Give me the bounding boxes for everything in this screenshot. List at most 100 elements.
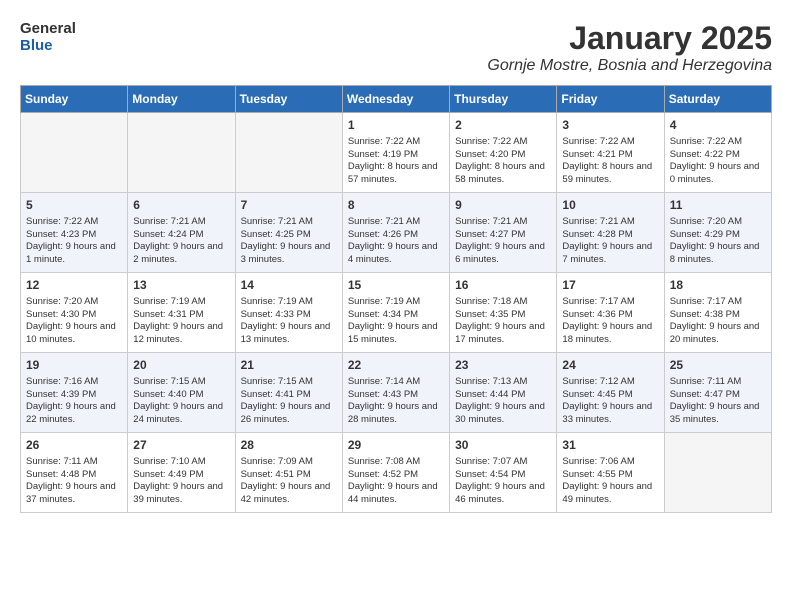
calendar-cell: 16Sunrise: 7:18 AMSunset: 4:35 PMDayligh… [450,273,557,353]
calendar-cell: 10 Sunrise: 7:21 AMSunset: 4:28 PMDayligh… [557,193,664,273]
calendar-header-row: SundayMondayTuesdayWednesdayThursdayFrid… [21,86,772,113]
calendar-cell: 7 Sunrise: 7:21 AMSunset: 4:25 PMDaylight… [235,193,342,273]
col-header-tuesday: Tuesday [235,86,342,113]
day-number: 3 [562,117,658,134]
day-number: 12 [26,277,122,294]
calendar-cell: 2 Sunrise: 7:22 AMSunset: 4:20 PMDaylight… [450,113,557,193]
day-number: 15 [348,277,444,294]
day-number: 2 [455,117,551,134]
week-row-2: 5 Sunrise: 7:22 AMSunset: 4:23 PMDaylight… [21,193,772,273]
col-header-saturday: Saturday [664,86,771,113]
day-number: 5 [26,197,122,214]
day-number: 24 [562,357,658,374]
day-info: Sunrise: 7:22 AMSunset: 4:19 PMDaylight:… [348,136,444,187]
day-number: 9 [455,197,551,214]
calendar-cell: 11 Sunrise: 7:20 AMSunset: 4:29 PMDayligh… [664,193,771,273]
day-number: 27 [133,437,229,454]
calendar-cell [664,433,771,513]
day-info: Sunrise: 7:19 AMSunset: 4:33 PMDaylight:… [241,296,337,347]
calendar-cell: 14 Sunrise: 7:19 AMSunset: 4:33 PMDayligh… [235,273,342,353]
day-number: 11 [670,197,766,214]
day-number: 7 [241,197,337,214]
day-info: Sunrise: 7:21 AMSunset: 4:28 PMDaylight:… [562,216,658,267]
calendar-cell: 3 Sunrise: 7:22 AMSunset: 4:21 PMDaylight… [557,113,664,193]
col-header-wednesday: Wednesday [342,86,449,113]
calendar-cell: 8 Sunrise: 7:21 AMSunset: 4:26 PMDaylight… [342,193,449,273]
day-info: Sunrise: 7:20 AMSunset: 4:29 PMDaylight:… [670,216,766,267]
calendar-cell: 12Sunrise: 7:20 AMSunset: 4:30 PMDayligh… [21,273,128,353]
day-info: Sunrise: 7:19 AMSunset: 4:34 PMDaylight:… [348,296,444,347]
day-number: 6 [133,197,229,214]
logo: GeneralBlue [20,20,76,55]
day-info: Sunrise: 7:21 AMSunset: 4:26 PMDaylight:… [348,216,444,267]
calendar-cell: 28 Sunrise: 7:09 AMSunset: 4:51 PMDayligh… [235,433,342,513]
calendar-cell: 4 Sunrise: 7:22 AMSunset: 4:22 PMDaylight… [664,113,771,193]
day-number: 23 [455,357,551,374]
day-info: Sunrise: 7:13 AMSunset: 4:44 PMDaylight:… [455,376,551,427]
day-number: 29 [348,437,444,454]
location-subtitle: Gornje Mostre, Bosnia and Herzegovina [487,57,772,75]
day-number: 16 [455,277,551,294]
col-header-friday: Friday [557,86,664,113]
day-info: Sunrise: 7:22 AMSunset: 4:20 PMDaylight:… [455,136,551,187]
calendar-cell [235,113,342,193]
col-header-thursday: Thursday [450,86,557,113]
day-info: Sunrise: 7:22 AMSunset: 4:23 PMDaylight:… [26,216,122,267]
day-info: Sunrise: 7:15 AMSunset: 4:41 PMDaylight:… [241,376,337,427]
calendar-cell: 23 Sunrise: 7:13 AMSunset: 4:44 PMDayligh… [450,353,557,433]
day-number: 4 [670,117,766,134]
calendar-cell: 15 Sunrise: 7:19 AMSunset: 4:34 PMDayligh… [342,273,449,353]
calendar-cell: 13Sunrise: 7:19 AMSunset: 4:31 PMDayligh… [128,273,235,353]
day-number: 28 [241,437,337,454]
calendar-cell [128,113,235,193]
calendar-cell: 22 Sunrise: 7:14 AMSunset: 4:43 PMDayligh… [342,353,449,433]
day-info: Sunrise: 7:22 AMSunset: 4:22 PMDaylight:… [670,136,766,187]
calendar-cell: 30 Sunrise: 7:07 AMSunset: 4:54 PMDayligh… [450,433,557,513]
day-info: Sunrise: 7:14 AMSunset: 4:43 PMDaylight:… [348,376,444,427]
day-info: Sunrise: 7:07 AMSunset: 4:54 PMDaylight:… [455,456,551,507]
day-number: 22 [348,357,444,374]
day-number: 18 [670,277,766,294]
week-row-3: 12Sunrise: 7:20 AMSunset: 4:30 PMDayligh… [21,273,772,353]
calendar-cell: 31Sunrise: 7:06 AMSunset: 4:55 PMDayligh… [557,433,664,513]
day-number: 25 [670,357,766,374]
day-info: Sunrise: 7:11 AMSunset: 4:47 PMDaylight:… [670,376,766,427]
day-number: 8 [348,197,444,214]
header: GeneralBlue January 2025 Gornje Mostre, … [20,20,772,75]
col-header-monday: Monday [128,86,235,113]
day-number: 31 [562,437,658,454]
calendar-cell: 17Sunrise: 7:17 AMSunset: 4:36 PMDayligh… [557,273,664,353]
day-number: 17 [562,277,658,294]
week-row-4: 19 Sunrise: 7:16 AMSunset: 4:39 PMDayligh… [21,353,772,433]
day-info: Sunrise: 7:09 AMSunset: 4:51 PMDaylight:… [241,456,337,507]
day-info: Sunrise: 7:22 AMSunset: 4:21 PMDaylight:… [562,136,658,187]
day-number: 26 [26,437,122,454]
calendar-cell: 19 Sunrise: 7:16 AMSunset: 4:39 PMDayligh… [21,353,128,433]
week-row-5: 26 Sunrise: 7:11 AMSunset: 4:48 PMDayligh… [21,433,772,513]
day-info: Sunrise: 7:19 AMSunset: 4:31 PMDaylight:… [133,296,229,347]
day-number: 30 [455,437,551,454]
day-number: 10 [562,197,658,214]
day-number: 14 [241,277,337,294]
day-info: Sunrise: 7:21 AMSunset: 4:25 PMDaylight:… [241,216,337,267]
day-info: Sunrise: 7:11 AMSunset: 4:48 PMDaylight:… [26,456,122,507]
day-number: 20 [133,357,229,374]
calendar-cell: 25 Sunrise: 7:11 AMSunset: 4:47 PMDayligh… [664,353,771,433]
logo-blue-text: Blue [20,37,76,54]
title-area: January 2025 Gornje Mostre, Bosnia and H… [487,20,772,75]
day-info: Sunrise: 7:08 AMSunset: 4:52 PMDaylight:… [348,456,444,507]
calendar-cell: 26 Sunrise: 7:11 AMSunset: 4:48 PMDayligh… [21,433,128,513]
month-title: January 2025 [487,20,772,57]
day-number: 21 [241,357,337,374]
day-info: Sunrise: 7:16 AMSunset: 4:39 PMDaylight:… [26,376,122,427]
calendar-cell [21,113,128,193]
calendar-cell: 21 Sunrise: 7:15 AMSunset: 4:41 PMDayligh… [235,353,342,433]
logo-general-text: General [20,20,76,37]
day-number: 19 [26,357,122,374]
calendar-table: SundayMondayTuesdayWednesdayThursdayFrid… [20,85,772,513]
week-row-1: 1 Sunrise: 7:22 AMSunset: 4:19 PMDaylight… [21,113,772,193]
calendar-cell: 29 Sunrise: 7:08 AMSunset: 4:52 PMDayligh… [342,433,449,513]
calendar-cell: 9Sunrise: 7:21 AMSunset: 4:27 PMDaylight… [450,193,557,273]
day-info: Sunrise: 7:17 AMSunset: 4:38 PMDaylight:… [670,296,766,347]
day-number: 1 [348,117,444,134]
